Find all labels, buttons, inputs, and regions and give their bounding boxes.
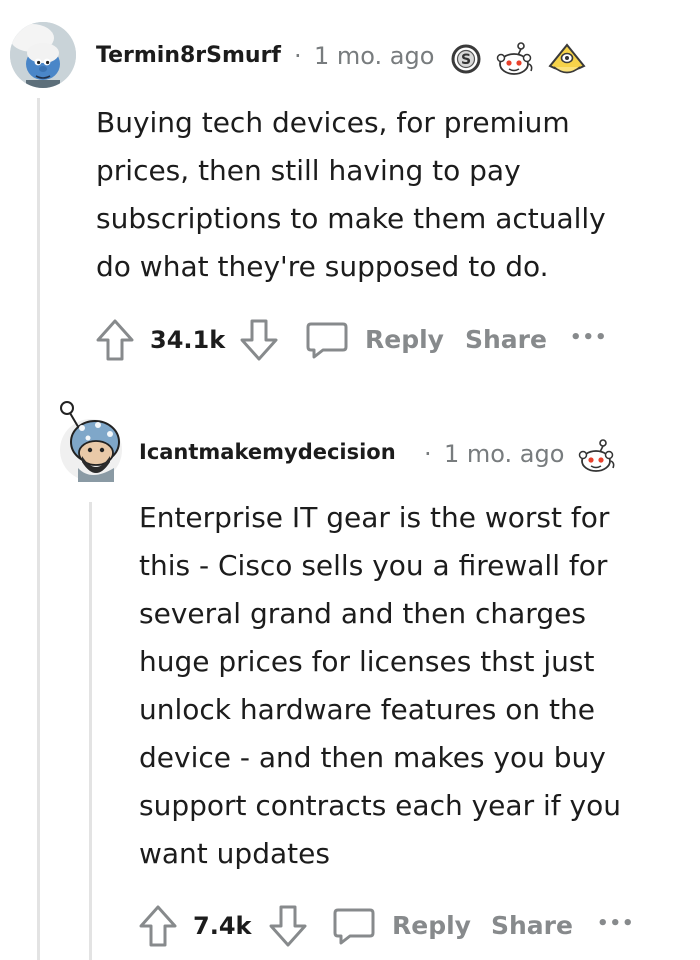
- score: 34.1k: [150, 326, 226, 354]
- reply-label: Reply: [392, 911, 471, 940]
- thread-line[interactable]: [37, 98, 40, 960]
- comment-bubble-icon: [306, 322, 348, 359]
- reply-button[interactable]: Reply: [305, 318, 444, 362]
- wholesome-award-icon[interactable]: [496, 40, 536, 78]
- more-options-button[interactable]: •••: [597, 913, 635, 934]
- comment-body-line: several grand and then charges: [139, 597, 586, 630]
- upvote-arrow-icon: [139, 905, 177, 947]
- username[interactable]: Termin8rSmurf: [96, 43, 281, 68]
- helpful-award-icon[interactable]: [546, 40, 588, 78]
- avatar[interactable]: [10, 22, 76, 88]
- svg-text:S: S: [461, 52, 471, 68]
- reply-label: Reply: [365, 325, 444, 354]
- comment-body-line: support contracts each year if you: [139, 789, 621, 822]
- downvote-arrow-icon: [240, 319, 278, 361]
- comment-body-line: prices, then still having to pay: [96, 154, 521, 187]
- avatar[interactable]: [58, 398, 124, 482]
- timestamp[interactable]: 1 mo. ago: [444, 440, 564, 468]
- share-button[interactable]: Share: [491, 911, 573, 940]
- meta-separator: ·: [294, 42, 302, 70]
- upvote-button[interactable]: [95, 318, 135, 362]
- comment-body-line: Buying tech devices, for premium: [96, 106, 570, 139]
- downvote-button[interactable]: [268, 904, 308, 948]
- meta-separator: ·: [424, 440, 432, 468]
- comment-body-line: unlock hardware features on the: [139, 693, 595, 726]
- comment-body-line: this - Cisco sells you a firewall for: [139, 549, 608, 582]
- wholesome-award-icon[interactable]: [578, 437, 618, 475]
- thread-line[interactable]: [89, 502, 92, 960]
- comment-body-line: Enterprise IT gear is the worst for: [139, 501, 610, 534]
- comment-body-line: huge prices for licenses thst just: [139, 645, 595, 678]
- comment-body-line: subscriptions to make them actually: [96, 202, 606, 235]
- comment-bubble-icon: [333, 908, 375, 945]
- upvote-button[interactable]: [138, 904, 178, 948]
- reply-button[interactable]: Reply: [332, 904, 471, 948]
- share-button[interactable]: Share: [465, 325, 547, 354]
- downvote-button[interactable]: [239, 318, 279, 362]
- comment-body-line: do what they're supposed to do.: [96, 250, 549, 283]
- comment-body: Enterprise IT gear is the worst for this…: [139, 494, 689, 878]
- downvote-arrow-icon: [269, 905, 307, 947]
- more-options-button[interactable]: •••: [570, 327, 608, 348]
- upvote-arrow-icon: [96, 319, 134, 361]
- timestamp[interactable]: 1 mo. ago: [314, 42, 434, 70]
- comment-body-line: want updates: [139, 837, 330, 870]
- comment-body-line: device - and then makes you buy: [139, 741, 606, 774]
- score: 7.4k: [193, 912, 252, 940]
- comment-body: Buying tech devices, for premium prices,…: [96, 99, 676, 291]
- silver-award-icon[interactable]: S: [451, 43, 481, 75]
- username[interactable]: Icantmakemydecision: [139, 440, 396, 464]
